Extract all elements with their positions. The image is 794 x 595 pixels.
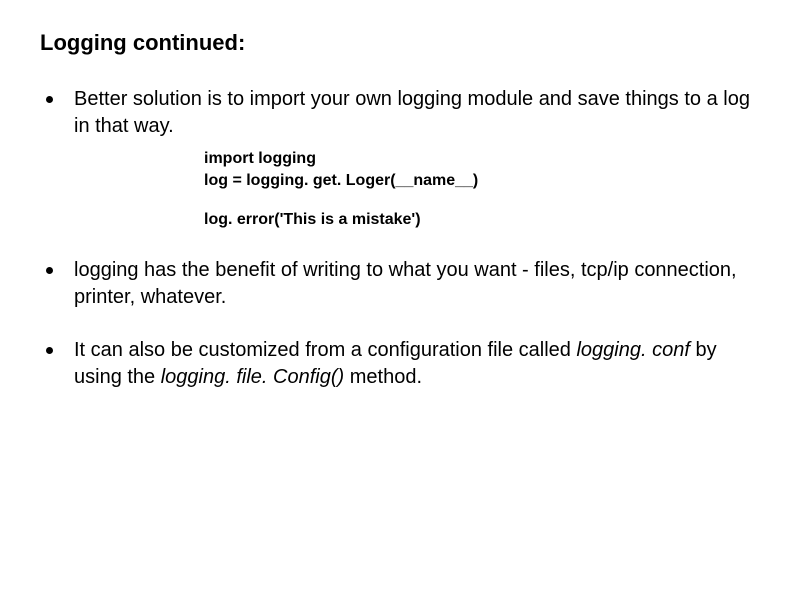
slide-title: Logging continued:	[40, 30, 754, 56]
bullet-text-1: Better solution is to import your own lo…	[74, 88, 750, 137]
slide: Logging continued: Better solution is to…	[0, 0, 794, 595]
bullet3-italic2: logging. file. Config()	[161, 366, 344, 388]
bullet-text-3: It can also be customized from a configu…	[74, 339, 717, 388]
code-block: import logging log = logging. get. Loger…	[204, 148, 754, 231]
bullet-text-2: logging has the benefit of writing to wh…	[74, 259, 737, 308]
bullet-item-2: logging has the benefit of writing to wh…	[40, 257, 754, 311]
code-line-3: log. error('This is a mistake')	[204, 209, 754, 231]
bullet-item-3: It can also be customized from a configu…	[40, 337, 754, 391]
bullet3-italic1: logging. conf	[576, 339, 689, 361]
code-line-2: log = logging. get. Loger(__name__)	[204, 170, 754, 192]
code-line-1: import logging	[204, 148, 754, 170]
bullet-item-1: Better solution is to import your own lo…	[40, 86, 754, 231]
code-gap	[204, 191, 754, 209]
bullet-list: Better solution is to import your own lo…	[40, 86, 754, 391]
bullet3-part1: It can also be customized from a configu…	[74, 339, 576, 361]
bullet3-part3: method.	[344, 366, 422, 388]
